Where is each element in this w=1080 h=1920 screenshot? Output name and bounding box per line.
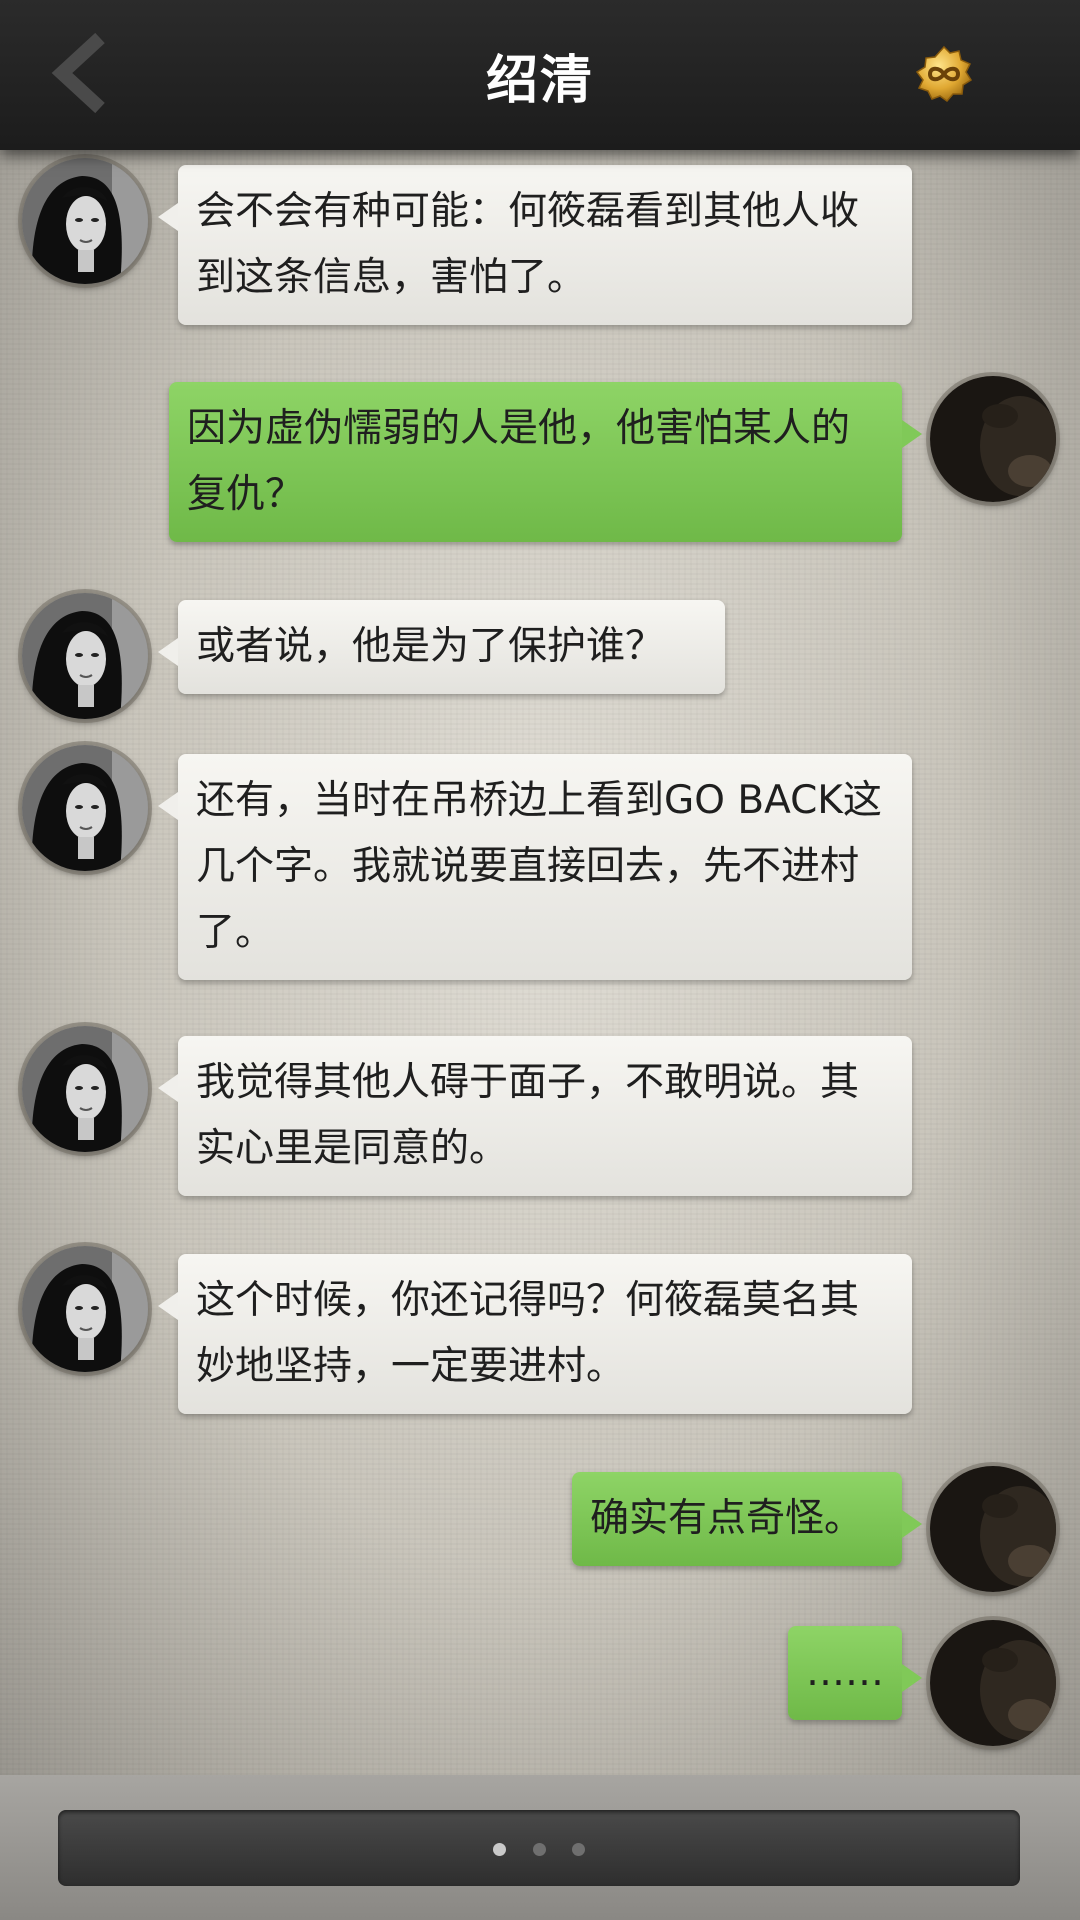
- page-dot-active[interactable]: [493, 1843, 506, 1856]
- infinity-coin-icon: [915, 45, 973, 103]
- avatar[interactable]: [22, 1026, 148, 1152]
- woman-portrait-icon: [22, 1246, 148, 1372]
- avatar-self[interactable]: [930, 1620, 1056, 1746]
- message-bubble-incoming[interactable]: 还有，当时在吊桥边上看到GO BACK这几个字。我就说要直接回去，先不进村了。: [158, 754, 912, 980]
- message-bubble-incoming[interactable]: 我觉得其他人碍于面子，不敢明说。其实心里是同意的。: [158, 1036, 912, 1196]
- message-bubble-outgoing[interactable]: ……: [788, 1626, 922, 1720]
- dark-profile-icon: [930, 1466, 1056, 1592]
- message-bubble-incoming[interactable]: 这个时候，你还记得吗？何筱磊莫名其妙地坚持，一定要进村。: [158, 1254, 912, 1414]
- dark-profile-icon: [930, 376, 1056, 502]
- infinity-coin-button[interactable]: [915, 45, 973, 103]
- woman-portrait-icon: [22, 745, 148, 871]
- avatar-self[interactable]: [930, 1466, 1056, 1592]
- dark-profile-icon: [930, 1620, 1056, 1746]
- avatar[interactable]: [22, 745, 148, 871]
- page-dot[interactable]: [533, 1843, 546, 1856]
- avatar-self[interactable]: [930, 376, 1056, 502]
- message-bubble-incoming[interactable]: 会不会有种可能：何筱磊看到其他人收到这条信息，害怕了。: [158, 165, 912, 325]
- avatar[interactable]: [22, 593, 148, 719]
- message-bubble-outgoing[interactable]: 确实有点奇怪。: [572, 1472, 922, 1566]
- avatar[interactable]: [22, 1246, 148, 1372]
- woman-portrait-icon: [22, 158, 148, 284]
- message-bubble-outgoing[interactable]: 因为虚伪懦弱的人是他，他害怕某人的复仇？: [169, 382, 922, 542]
- woman-portrait-icon: [22, 593, 148, 719]
- top-bar: 绍清: [0, 0, 1080, 150]
- chat-area[interactable]: 会不会有种可能：何筱磊看到其他人收到这条信息，害怕了。 因为虚伪懦弱的人是他，他…: [0, 150, 1080, 1775]
- bottom-bar: [0, 1775, 1080, 1920]
- avatar[interactable]: [22, 158, 148, 284]
- message-bubble-incoming[interactable]: 或者说，他是为了保护谁？: [158, 600, 725, 694]
- reply-options-bar[interactable]: [58, 1810, 1020, 1886]
- woman-portrait-icon: [22, 1026, 148, 1152]
- page-dot[interactable]: [572, 1843, 585, 1856]
